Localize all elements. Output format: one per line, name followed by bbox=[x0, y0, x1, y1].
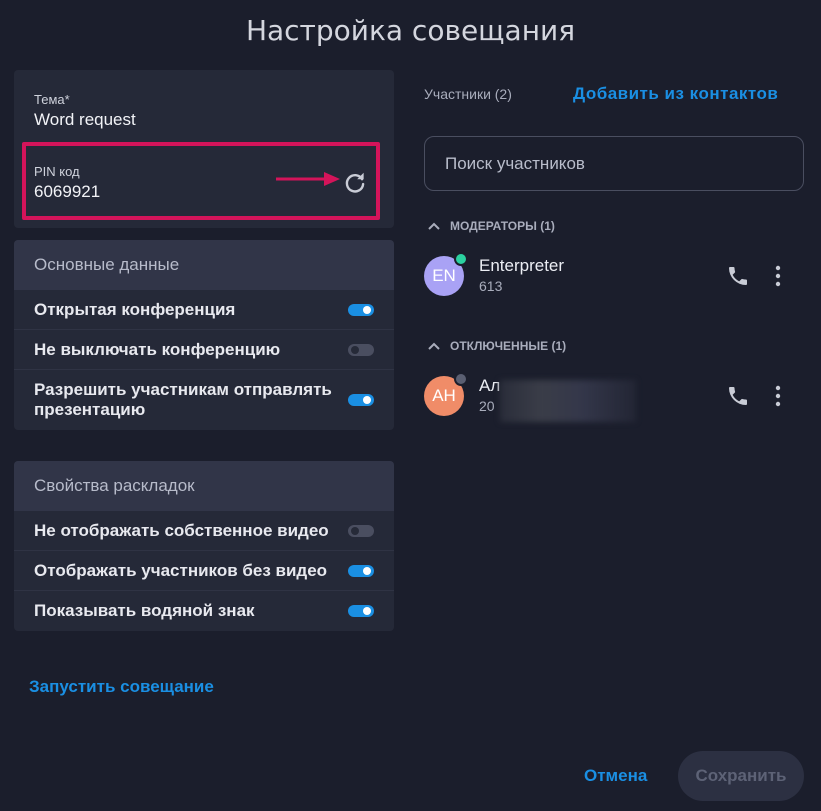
setting-open-conference: Открытая конференция bbox=[14, 290, 394, 330]
chevron-up-icon bbox=[428, 342, 440, 350]
setting-label: Открытая конференция bbox=[34, 299, 236, 319]
add-from-contacts-link[interactable]: Добавить из контактов bbox=[573, 84, 778, 104]
avatar-initials: EN bbox=[432, 266, 456, 285]
phone-icon[interactable] bbox=[726, 384, 750, 408]
moderators-group-label: МОДЕРАТОРЫ (1) bbox=[450, 219, 555, 233]
setting-show-no-video: Отображать участников без видео bbox=[14, 551, 394, 591]
watermark-toggle[interactable] bbox=[348, 605, 374, 617]
setting-label: Показывать водяной знак bbox=[34, 601, 255, 620]
setting-label: Разрешить участникам отправлять презента… bbox=[34, 380, 332, 419]
participants-count-label: Участники (2) bbox=[424, 86, 512, 102]
cancel-button[interactable]: Отмена bbox=[584, 766, 647, 786]
theme-field[interactable]: Тема* Word request bbox=[34, 92, 136, 130]
participant-search-input[interactable] bbox=[424, 136, 804, 191]
meeting-info-card: Тема* Word request PIN код 6069921 bbox=[14, 70, 394, 228]
layout-settings-section: Свойства раскладок Не отображать собстве… bbox=[14, 461, 394, 631]
arrow-icon bbox=[276, 172, 340, 186]
disconnected-group-header[interactable]: ОТКЛЮЧЕННЫЕ (1) bbox=[428, 339, 566, 353]
show-no-video-toggle[interactable] bbox=[348, 564, 374, 577]
allow-presentation-toggle[interactable] bbox=[348, 394, 374, 406]
basic-settings-section: Основные данные Открытая конференция Не … bbox=[14, 240, 394, 430]
participant-name: Ал bbox=[479, 376, 501, 395]
redaction-blur bbox=[500, 380, 636, 422]
online-status-dot bbox=[454, 252, 468, 266]
setting-allow-presentation: Разрешить участникам отправлять презента… bbox=[14, 370, 394, 430]
pin-field: PIN код 6069921 bbox=[34, 164, 100, 202]
keep-conference-toggle[interactable] bbox=[348, 343, 374, 356]
offline-status-dot bbox=[454, 372, 468, 386]
pin-value: 6069921 bbox=[34, 182, 101, 201]
participant-name: Enterpreter bbox=[479, 256, 565, 275]
participant-number: 613 bbox=[479, 278, 503, 294]
setting-label: Не отображать собственное видео bbox=[34, 520, 329, 540]
save-button[interactable]: Сохранить bbox=[678, 751, 804, 801]
avatar-initials: АН bbox=[432, 386, 456, 405]
theme-value: Word request bbox=[34, 110, 136, 129]
participant-number: 20 bbox=[479, 398, 495, 414]
chevron-up-icon bbox=[428, 222, 440, 230]
layout-settings-header: Свойства раскладок bbox=[14, 461, 394, 511]
disconnected-group-label: ОТКЛЮЧЕННЫЕ (1) bbox=[450, 339, 567, 353]
dialog-title: Настройка совещания bbox=[245, 14, 576, 47]
phone-icon[interactable] bbox=[726, 264, 750, 288]
more-options-icon[interactable] bbox=[772, 264, 784, 288]
pin-highlight-box: PIN код 6069921 bbox=[22, 142, 380, 220]
theme-label: Тема* bbox=[34, 92, 70, 107]
more-options-icon[interactable] bbox=[772, 384, 784, 408]
refresh-icon[interactable] bbox=[342, 170, 368, 196]
avatar: АН bbox=[424, 372, 468, 416]
setting-hide-own-video: Не отображать собственное видео bbox=[14, 511, 394, 551]
moderators-group-header[interactable]: МОДЕРАТОРЫ (1) bbox=[428, 219, 555, 233]
setting-label: Отображать участников без видео bbox=[34, 560, 328, 580]
setting-watermark: Показывать водяной знак bbox=[14, 591, 394, 631]
launch-meeting-link[interactable]: Запустить совещание bbox=[29, 677, 214, 697]
hide-own-video-toggle[interactable] bbox=[348, 524, 374, 537]
setting-label: Не выключать конференцию bbox=[34, 339, 281, 359]
basic-settings-header: Основные данные bbox=[14, 240, 394, 290]
open-conference-toggle[interactable] bbox=[348, 303, 374, 316]
setting-keep-conference: Не выключать конференцию bbox=[14, 330, 394, 370]
avatar: EN bbox=[424, 252, 468, 296]
pin-label: PIN код bbox=[34, 164, 80, 179]
